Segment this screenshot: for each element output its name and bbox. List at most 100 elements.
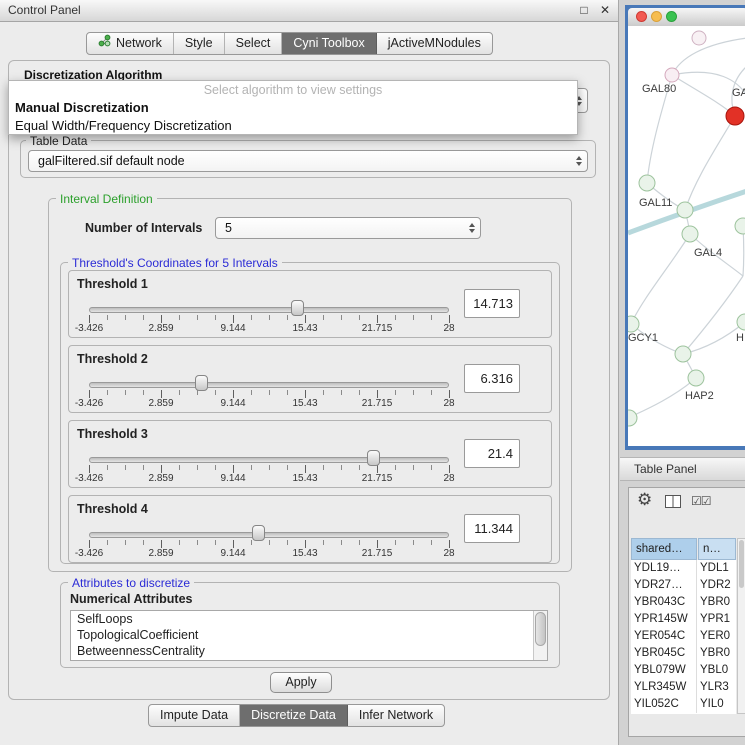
dropdown-option-manual-discretization[interactable]: Manual Discretization [9, 99, 577, 117]
table-panel-header[interactable]: Table Panel [620, 457, 745, 481]
tab-label: Discretize Data [251, 705, 336, 726]
tab-jactivemnodules[interactable]: jActiveMNodules [377, 33, 492, 54]
tick-label: 15.43 [292, 548, 317, 559]
table-data-combo[interactable]: galFiltered.sif default node [28, 150, 588, 172]
slider-handle[interactable] [252, 525, 265, 541]
slider-major-ticks [89, 465, 450, 473]
tab-label: Impute Data [160, 705, 228, 726]
table-panel-title: Table Panel [634, 462, 697, 476]
network-node[interactable] [688, 370, 704, 386]
slider-handle[interactable] [367, 450, 380, 466]
select-columns-icon[interactable]: ☑☑ [691, 494, 711, 508]
column-header-shared-name[interactable]: shared… [631, 538, 697, 560]
number-of-intervals-value: 5 [225, 221, 232, 235]
threshold-value-field[interactable]: 14.713 [464, 289, 520, 318]
gear-icon[interactable]: ⚙ [637, 490, 652, 510]
tab-network[interactable]: Network [87, 33, 174, 54]
network-node[interactable] [628, 316, 639, 332]
column-header-name[interactable]: n… [698, 538, 736, 560]
slider-handle[interactable] [291, 300, 304, 316]
table-scrollbar[interactable] [737, 538, 745, 714]
list-scrollbar[interactable] [533, 611, 547, 660]
slider-track[interactable] [89, 382, 449, 388]
attributes-group-label: Attributes to discretize [68, 576, 194, 590]
combo-stepper-icon[interactable] [469, 223, 475, 233]
apply-button[interactable]: Apply [270, 672, 332, 693]
table-row[interactable]: YBR045CYBR0 [631, 645, 736, 662]
tick-label: 28 [443, 398, 454, 409]
tab-infer-network[interactable]: Infer Network [348, 705, 444, 726]
dropdown-placeholder: Select algorithm to view settings [9, 81, 577, 99]
network-canvas[interactable]: GAL80 GA GAL11 GAL4 GCY1 H HAP2 [628, 26, 745, 446]
scrollbar-thumb[interactable] [535, 612, 546, 646]
node-label: GAL11 [639, 197, 672, 209]
network-window-titlebar[interactable] [628, 8, 745, 26]
tab-label: Network [116, 33, 162, 54]
network-node[interactable] [675, 346, 691, 362]
network-node[interactable] [692, 31, 706, 45]
network-node[interactable] [682, 226, 698, 242]
table-row[interactable]: YLR345WYLR3 [631, 679, 736, 696]
table-data-group-label: Table Data [26, 134, 91, 148]
slider-major-ticks [89, 540, 450, 548]
threshold-slider[interactable]: -3.426 2.859 9.144 15.43 21.715 28 [89, 496, 449, 564]
slider-track[interactable] [89, 307, 449, 313]
tick-label: 21.715 [362, 548, 393, 559]
table-row[interactable]: YDR27…YDR2 [631, 577, 736, 594]
list-item[interactable]: BetweennessCentrality [71, 643, 547, 659]
slider-track[interactable] [89, 457, 449, 463]
tab-select[interactable]: Select [225, 33, 283, 54]
network-node[interactable] [639, 175, 655, 191]
titlebar[interactable]: Control Panel □ ✕ [0, 0, 618, 22]
tab-discretize-data[interactable]: Discretize Data [240, 705, 348, 726]
table-row[interactable]: YIL052CYIL0 [631, 696, 736, 713]
table-toolbar: ⚙ ☑☑ [629, 488, 745, 516]
table-row[interactable]: YBL079WYBL0 [631, 662, 736, 679]
threshold-value-field[interactable]: 11.344 [464, 514, 520, 543]
node-label: GCY1 [628, 332, 658, 344]
slider-major-ticks [89, 390, 450, 398]
minimize-traffic-light[interactable] [651, 11, 662, 22]
threshold-value-field[interactable]: 21.4 [464, 439, 520, 468]
tab-style[interactable]: Style [174, 33, 225, 54]
combo-stepper-icon[interactable] [576, 156, 582, 166]
list-item[interactable]: TopologicalCoefficient [71, 627, 547, 643]
columns-icon[interactable] [665, 495, 681, 513]
tab-impute-data[interactable]: Impute Data [149, 705, 240, 726]
tick-label: -3.426 [75, 473, 103, 484]
threshold-slider[interactable]: -3.426 2.859 9.144 15.43 21.715 28 [89, 421, 449, 489]
selected-red-node[interactable] [726, 107, 744, 125]
threshold-slider[interactable]: -3.426 2.859 9.144 15.43 21.715 28 [89, 271, 449, 339]
tab-label: jActiveMNodules [388, 33, 481, 54]
close-window-icon[interactable]: ✕ [600, 3, 610, 17]
scrollbar-thumb[interactable] [739, 540, 744, 588]
slider-handle[interactable] [195, 375, 208, 391]
control-panel-tab-bar: Network Style Select Cyni Toolbox jActiv… [86, 32, 493, 55]
slider-track[interactable] [89, 532, 449, 538]
network-node[interactable] [628, 410, 637, 426]
number-of-intervals-combo[interactable]: 5 [215, 217, 481, 239]
table-row[interactable]: YER054CYER0 [631, 628, 736, 645]
network-node[interactable] [677, 202, 693, 218]
float-window-icon[interactable]: □ [580, 3, 587, 17]
interval-definition-label: Interval Definition [56, 192, 157, 206]
number-of-intervals-label: Number of Intervals [85, 221, 202, 235]
zoom-traffic-light[interactable] [666, 11, 677, 22]
numerical-attributes-label: Numerical Attributes [70, 592, 192, 606]
network-node[interactable] [735, 218, 745, 234]
tick-label: 28 [443, 548, 454, 559]
tab-cyni-toolbox[interactable]: Cyni Toolbox [282, 33, 376, 54]
tick-label: 15.43 [292, 323, 317, 334]
table-row[interactable]: YPR145WYPR1 [631, 611, 736, 628]
list-item[interactable]: SelfLoops [71, 611, 547, 627]
dropdown-option-equal-width[interactable]: Equal Width/Frequency Discretization [9, 117, 577, 135]
tab-label: Style [185, 33, 213, 54]
threshold-panel: Threshold 4 -3.426 2.859 9.144 15.43 21.… [68, 495, 552, 563]
table-row[interactable]: YBR043CYBR0 [631, 594, 736, 611]
table-data-combo-value: galFiltered.sif default node [38, 154, 185, 168]
close-traffic-light[interactable] [636, 11, 647, 22]
network-node[interactable] [665, 68, 679, 82]
threshold-value-field[interactable]: 6.316 [464, 364, 520, 393]
threshold-slider[interactable]: -3.426 2.859 9.144 15.43 21.715 28 [89, 346, 449, 414]
table-row[interactable]: YDL19…YDL1 [631, 560, 736, 577]
